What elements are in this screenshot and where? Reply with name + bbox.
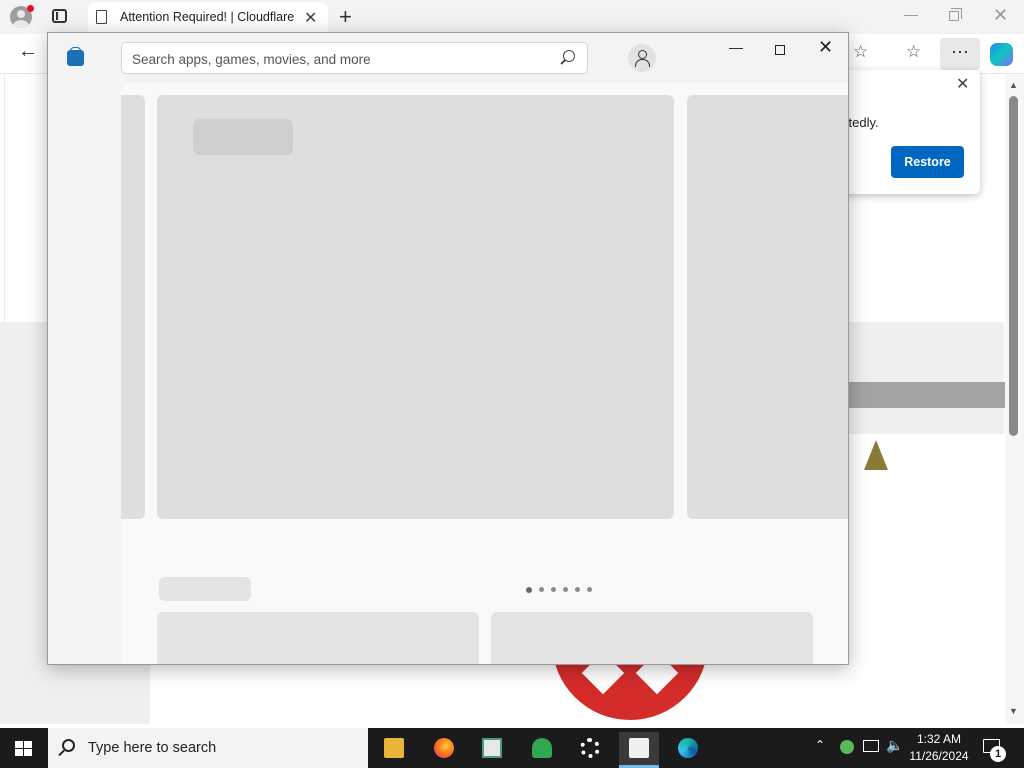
tile-placeholder[interactable]	[491, 612, 813, 664]
pager-dot[interactable]	[587, 587, 592, 592]
network-icon[interactable]	[863, 740, 879, 752]
pager-dot[interactable]	[526, 587, 532, 593]
store-logo-icon	[67, 47, 84, 66]
tab-title: Attention Required! | Cloudflare	[120, 10, 295, 24]
profile-alert-dot	[27, 5, 34, 12]
tray-people-icon[interactable]	[840, 740, 854, 754]
firefox-button[interactable]	[424, 732, 464, 768]
pager-dot[interactable]	[563, 587, 568, 592]
restore-button[interactable]: Restore	[891, 146, 964, 178]
scroll-down-arrow-icon[interactable]: ▼	[1009, 706, 1018, 716]
hero-card-previous[interactable]	[121, 95, 145, 519]
favorites-icon[interactable]: ☆	[906, 42, 921, 62]
browser-minimize-icon[interactable]: —	[904, 6, 918, 22]
clock-date: 11/26/2024	[909, 749, 969, 763]
page-dark-bar	[848, 382, 1005, 408]
microsoft-store-window: — ✕	[47, 32, 849, 665]
hero-card-next[interactable]	[687, 95, 848, 519]
store-maximize-icon[interactable]	[775, 45, 785, 55]
copilot-icon[interactable]	[990, 43, 1013, 66]
settings-more-icon[interactable]: ···	[940, 38, 980, 70]
edge-button[interactable]	[668, 732, 708, 768]
store-bag-icon	[629, 738, 649, 758]
windows-taskbar: Type here to search ⌃ 🔈 1:32 AM 11/26/20…	[0, 728, 1024, 768]
people-icon	[532, 738, 552, 758]
search-icon	[62, 739, 75, 752]
taskbar-clock[interactable]: 1:32 AM 11/26/2024	[904, 731, 974, 765]
notification-count-badge: 1	[990, 746, 1006, 762]
add-favorite-star-icon[interactable]: ☆	[853, 42, 868, 62]
page-icon	[96, 10, 107, 24]
gear-icon	[580, 738, 600, 758]
store-taskbar-button[interactable]	[619, 732, 659, 768]
browser-tab-bar: Attention Required! | Cloudflare ✕ + — ✕	[0, 0, 1024, 34]
pager-dot[interactable]	[551, 587, 556, 592]
desktop-sprite-icon	[864, 440, 888, 470]
pager-dot[interactable]	[539, 587, 544, 592]
edge-icon	[678, 738, 698, 758]
scrollbar-thumb[interactable]	[1009, 96, 1018, 436]
tile-placeholder[interactable]	[157, 612, 479, 664]
tab-actions-icon[interactable]	[52, 9, 67, 23]
store-search-box[interactable]	[121, 42, 588, 74]
popup-close-icon[interactable]: ✕	[956, 74, 969, 94]
browser-close-icon[interactable]: ✕	[993, 5, 1008, 26]
pager-dot[interactable]	[575, 587, 580, 592]
hero-title-placeholder	[193, 119, 293, 155]
firefox-icon	[434, 738, 454, 758]
store-content-area	[121, 83, 848, 664]
store-minimize-icon[interactable]: —	[729, 39, 743, 55]
scroll-up-arrow-icon[interactable]: ▲	[1009, 80, 1018, 90]
taskbar-search-text: Type here to search	[88, 740, 217, 756]
folder-icon	[384, 738, 404, 758]
windows-start-icon[interactable]	[15, 741, 32, 756]
browser-restore-icon[interactable]	[949, 8, 962, 21]
volume-icon[interactable]: 🔈	[886, 737, 903, 754]
news-icon	[482, 738, 502, 758]
file-explorer-button[interactable]	[374, 732, 414, 768]
people-app-button[interactable]	[522, 732, 562, 768]
carousel-pager[interactable]	[526, 587, 592, 593]
clock-time: 1:32 AM	[916, 732, 962, 746]
search-icon[interactable]	[563, 50, 575, 62]
store-close-icon[interactable]: ✕	[818, 37, 833, 58]
tray-chevron-up-icon[interactable]: ⌃	[815, 738, 825, 752]
browser-tab[interactable]: Attention Required! | Cloudflare ✕	[88, 2, 328, 34]
tab-close-icon[interactable]: ✕	[304, 8, 317, 28]
hero-card-current[interactable]	[157, 95, 674, 519]
back-arrow-icon[interactable]: ←	[18, 40, 38, 63]
section-title-placeholder	[159, 577, 251, 601]
store-search-input[interactable]	[132, 49, 552, 69]
news-app-button[interactable]	[472, 732, 512, 768]
taskbar-search-box[interactable]: Type here to search	[48, 728, 368, 768]
new-tab-icon[interactable]: +	[339, 4, 352, 30]
settings-button[interactable]	[570, 732, 610, 768]
restore-pages-popup: ✕ ctedly. Restore	[836, 70, 980, 194]
account-icon[interactable]	[628, 44, 656, 72]
